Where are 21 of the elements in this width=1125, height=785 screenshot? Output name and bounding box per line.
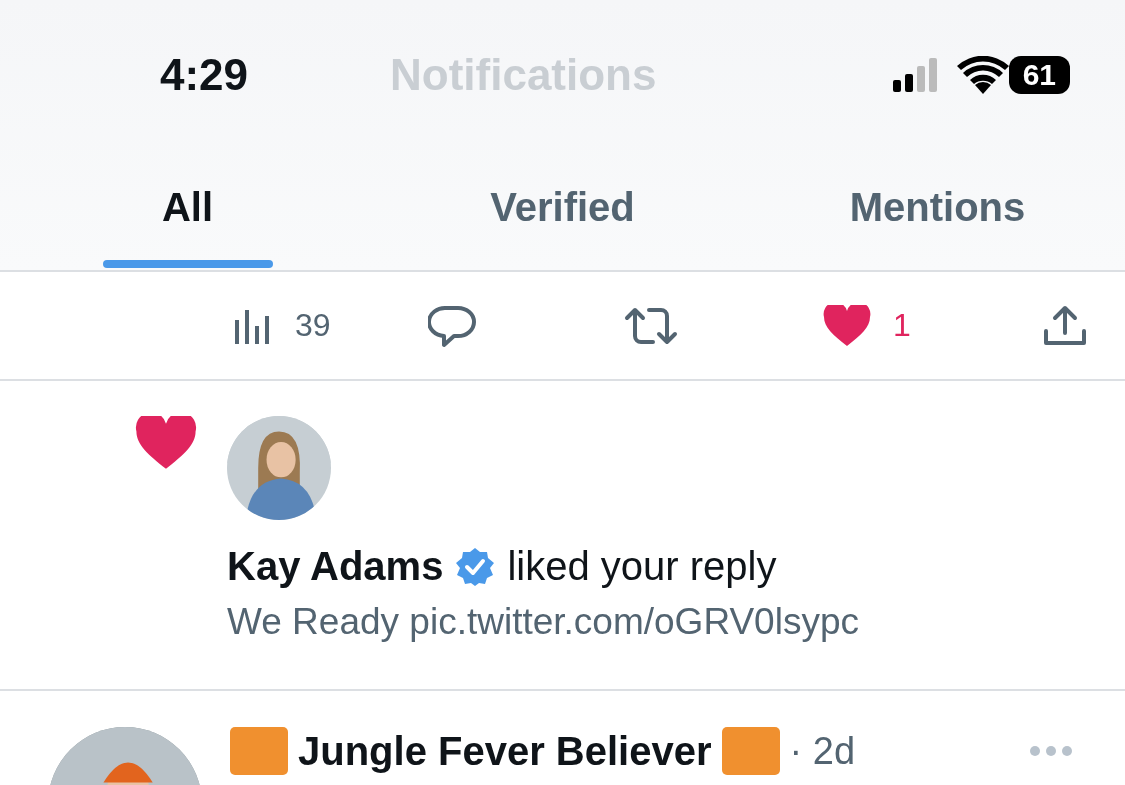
view-count: 39	[295, 307, 331, 344]
signal-icon	[892, 58, 939, 92]
reply-icon[interactable]	[428, 303, 476, 348]
heart-icon[interactable]	[823, 304, 871, 347]
wifi-icon	[956, 56, 1009, 94]
battery-level: 61	[1008, 56, 1070, 94]
square-emoji-icon	[230, 727, 288, 775]
retweet-icon[interactable]	[623, 305, 679, 346]
tab[interactable]: Mentions	[750, 150, 1125, 270]
user-name[interactable]: Jungle Fever Believer	[298, 728, 712, 774]
user-name[interactable]: Kay Adams	[227, 544, 444, 589]
share-icon[interactable]	[1043, 304, 1087, 347]
like-count: 1	[893, 307, 911, 344]
square-emoji-icon	[721, 727, 780, 775]
tab[interactable]: All	[0, 150, 375, 270]
tab[interactable]: Verified	[375, 150, 750, 270]
tweet-time: · 2d	[789, 729, 856, 773]
tweet-text: We Ready pic.twitter.com/oGRV0lsypc	[227, 601, 859, 643]
status-time: 4:29	[160, 50, 250, 100]
notification-text: liked your reply	[507, 544, 777, 589]
heart-icon	[135, 416, 197, 470]
